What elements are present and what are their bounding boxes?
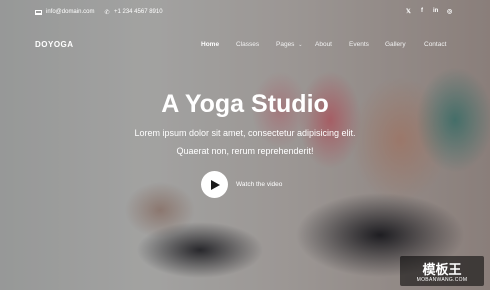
phone-text: +1 234 4567 8910 <box>114 9 163 15</box>
nav-classes[interactable]: Classes <box>236 41 259 48</box>
chevron-down-icon: ⌄ <box>298 42 303 48</box>
play-icon <box>211 179 220 190</box>
nav-pages-label: Pages <box>276 41 295 48</box>
facebook-icon[interactable]: f <box>421 8 423 14</box>
instagram-icon[interactable]: ◎ <box>447 8 452 15</box>
watermark-logo: 模板王 MOBANWANG.COM <box>400 256 484 286</box>
phone-icon: ✆ <box>104 9 110 16</box>
watermark-main: 模板王 <box>422 263 462 278</box>
email-text: info@domain.com <box>46 9 95 15</box>
hero-section: info@domain.com ✆ +1 234 4567 8910 𝕏 f i… <box>0 0 490 290</box>
top-bar: info@domain.com ✆ +1 234 4567 8910 𝕏 f i… <box>0 0 490 26</box>
linkedin-icon[interactable]: in <box>433 8 438 14</box>
nav-gallery[interactable]: Gallery <box>385 41 406 48</box>
watch-video-link[interactable]: Watch the video <box>236 181 282 188</box>
nav-events[interactable]: Events <box>349 41 369 48</box>
play-video-button[interactable] <box>201 171 228 198</box>
nav-home[interactable]: Home <box>201 41 219 48</box>
nav-about[interactable]: About <box>315 41 332 48</box>
watermark-sub: MOBANWANG.COM <box>416 277 468 283</box>
contact-email[interactable]: info@domain.com <box>35 9 94 15</box>
contact-phone[interactable]: ✆ +1 234 4567 8910 <box>104 9 163 16</box>
twitter-icon[interactable]: 𝕏 <box>406 8 411 15</box>
site-logo[interactable]: DOYOGA <box>35 40 74 49</box>
hero-subtitle-line2: Quaerat non, rerum reprehenderit! <box>176 146 314 156</box>
hero-subtitle-line1: Lorem ipsum dolor sit amet, consectetur … <box>134 128 356 138</box>
envelope-icon <box>35 9 42 15</box>
nav-contact[interactable]: Contact <box>424 41 446 48</box>
nav-pages[interactable]: Pages ⌄ <box>276 41 302 48</box>
hero-title: A Yoga Studio <box>161 90 329 118</box>
